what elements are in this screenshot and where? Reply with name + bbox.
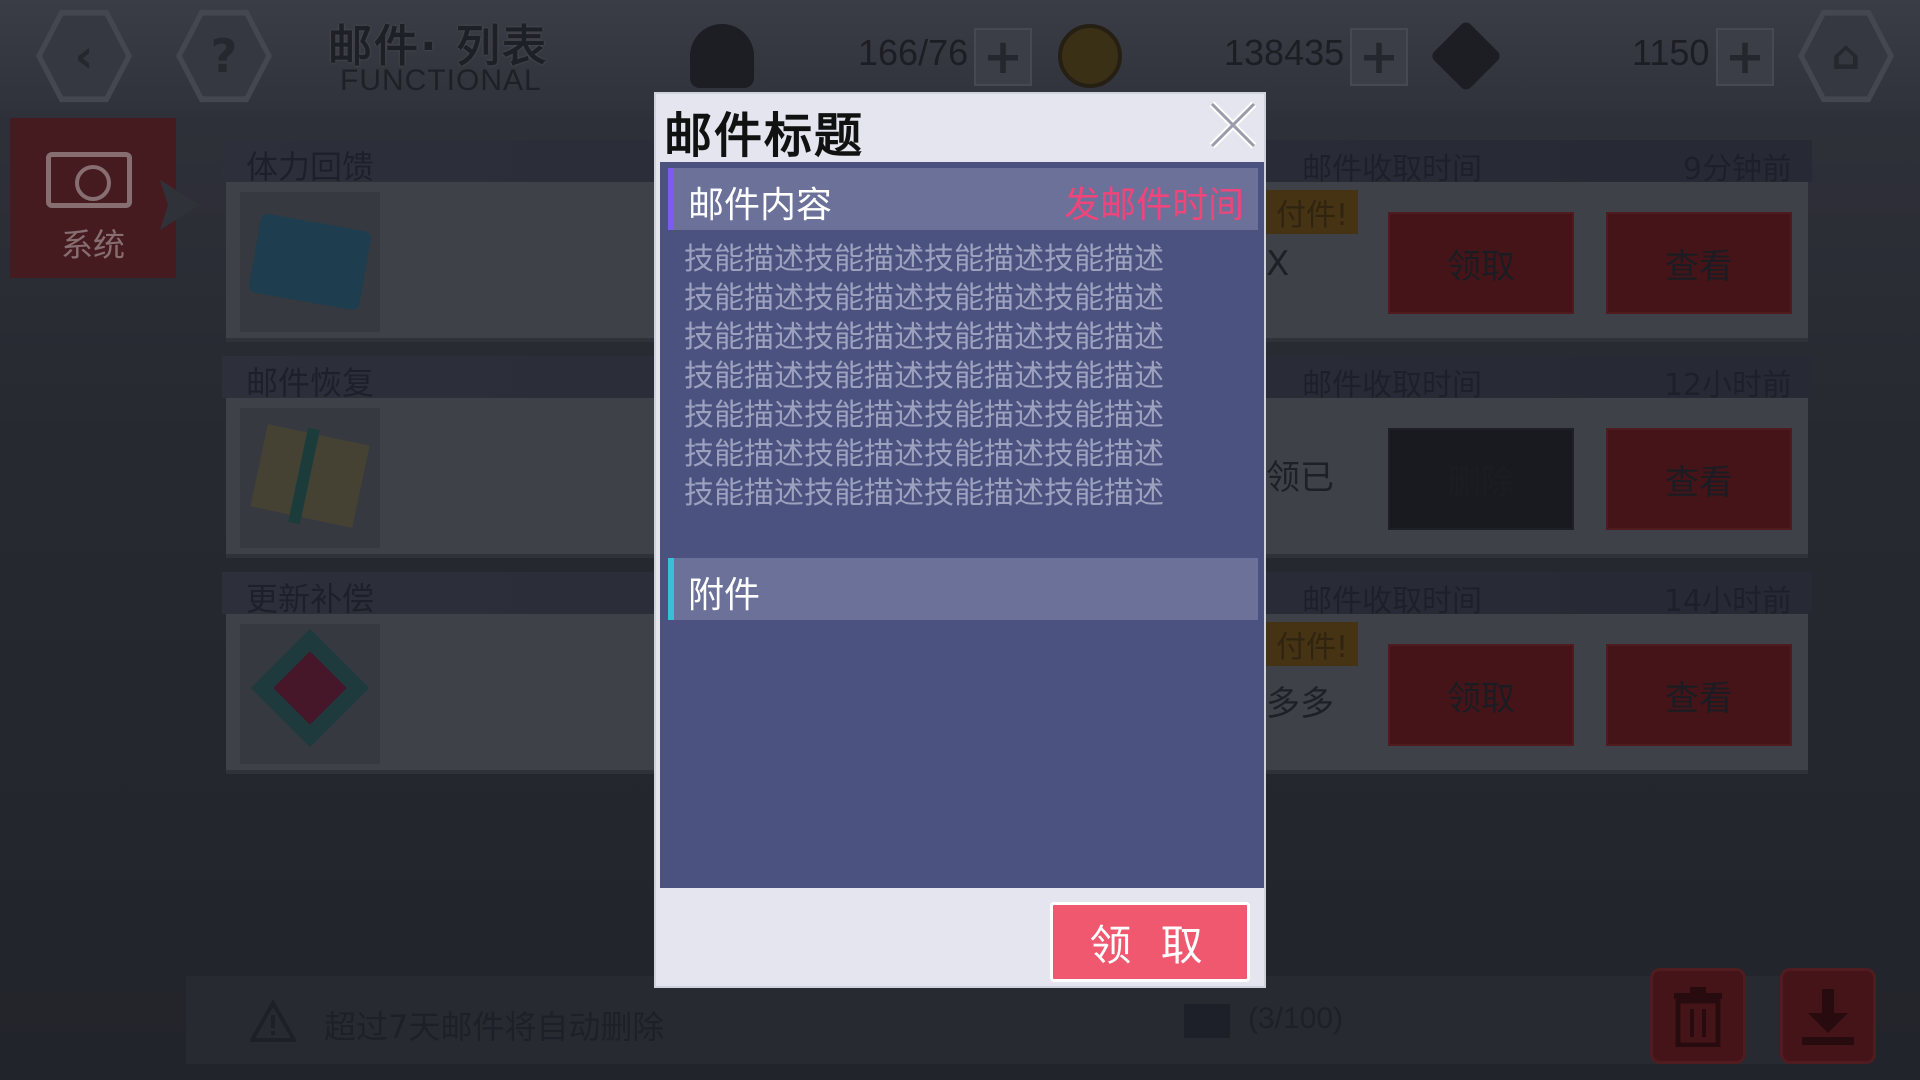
- dialog-panel: 邮件内容 发邮件时间 技能描述技能描述技能描述技能描述 技能描述技能描述技能描述…: [660, 162, 1264, 888]
- content-line: 技能描述技能描述技能描述技能描述: [684, 320, 1164, 355]
- dialog-title: 邮件标题: [664, 108, 865, 164]
- close-icon[interactable]: [1206, 98, 1260, 152]
- mail-detail-dialog: 邮件标题 邮件内容 发邮件时间 技能描述技能描述技能描述技能描述 技能描述技能描…: [654, 92, 1266, 988]
- claim-button[interactable]: 领 取: [1050, 902, 1250, 982]
- content-line: 技能描述技能描述技能描述技能描述: [684, 476, 1164, 511]
- send-time-label: 发邮件时间: [1063, 185, 1244, 226]
- attachment-section-header: 附件: [668, 558, 1258, 620]
- content-line: 技能描述技能描述技能描述技能描述: [684, 398, 1164, 433]
- mail-content: 技能描述技能描述技能描述技能描述 技能描述技能描述技能描述技能描述 技能描述技能…: [684, 240, 1244, 513]
- attachment-header-label: 附件: [688, 575, 761, 616]
- content-line: 技能描述技能描述技能描述技能描述: [684, 359, 1164, 394]
- content-line: 技能描述技能描述技能描述技能描述: [684, 437, 1164, 472]
- content-line: 技能描述技能描述技能描述技能描述: [684, 242, 1164, 277]
- content-section-header: 邮件内容 发邮件时间: [668, 168, 1258, 230]
- content-line: 技能描述技能描述技能描述技能描述: [684, 281, 1164, 316]
- content-header-label: 邮件内容: [688, 185, 833, 226]
